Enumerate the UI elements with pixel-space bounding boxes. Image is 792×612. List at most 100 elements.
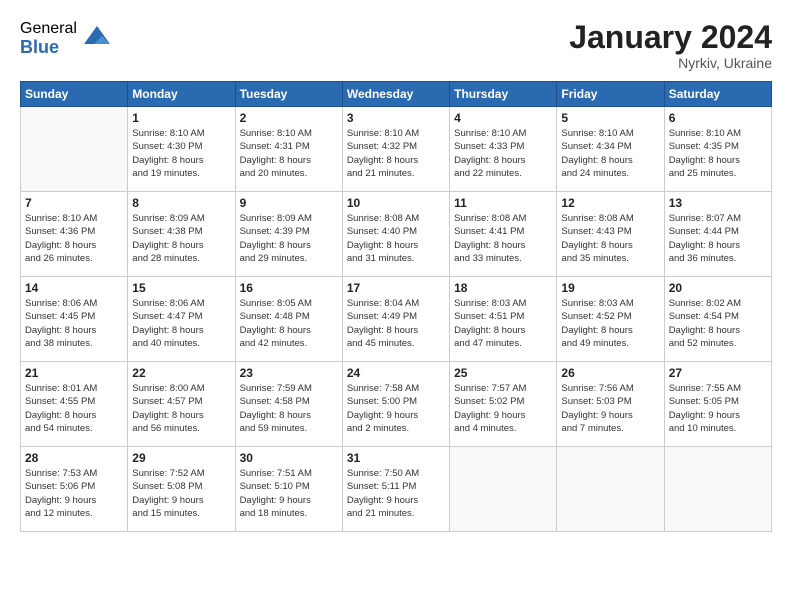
col-wednesday: Wednesday xyxy=(342,82,449,107)
table-row: 6 Sunrise: 8:10 AMSunset: 4:35 PMDaylight… xyxy=(664,107,771,192)
table-row: 2 Sunrise: 8:10 AMSunset: 4:31 PMDaylight… xyxy=(235,107,342,192)
day-number: 8 xyxy=(132,196,230,210)
day-number: 2 xyxy=(240,111,338,125)
col-friday: Friday xyxy=(557,82,664,107)
day-number: 5 xyxy=(561,111,659,125)
table-row: 23 Sunrise: 7:59 AMSunset: 4:58 PMDayligh… xyxy=(235,362,342,447)
logo-blue: Blue xyxy=(20,38,77,58)
calendar-week-3: 14 Sunrise: 8:06 AMSunset: 4:45 PMDayligh… xyxy=(21,277,772,362)
day-info: Sunrise: 8:03 AMSunset: 4:51 PMDaylight:… xyxy=(454,297,552,350)
calendar-header-row: Sunday Monday Tuesday Wednesday Thursday… xyxy=(21,82,772,107)
day-number: 19 xyxy=(561,281,659,295)
table-row: 3 Sunrise: 8:10 AMSunset: 4:32 PMDaylight… xyxy=(342,107,449,192)
table-row: 10 Sunrise: 8:08 AMSunset: 4:40 PMDayligh… xyxy=(342,192,449,277)
day-number: 27 xyxy=(669,366,767,380)
table-row: 31Sunrise: 7:50 AMSunset: 5:11 PMDayligh… xyxy=(342,447,449,532)
logo: General Blue xyxy=(20,20,112,57)
day-number: 24 xyxy=(347,366,445,380)
day-info: Sunrise: 7:55 AMSunset: 5:05 PMDaylight:… xyxy=(669,382,767,435)
day-info: Sunrise: 8:10 AMSunset: 4:33 PMDaylight:… xyxy=(454,127,552,180)
day-number: 28 xyxy=(25,451,123,465)
table-row xyxy=(557,447,664,532)
table-row: 30 Sunrise: 7:51 AMSunset: 5:10 PMDayligh… xyxy=(235,447,342,532)
day-info: Sunrise: 8:06 AMSunset: 4:47 PMDaylight:… xyxy=(132,297,230,350)
table-row xyxy=(21,107,128,192)
table-row: 19 Sunrise: 8:03 AMSunset: 4:52 PMDayligh… xyxy=(557,277,664,362)
day-number: 30 xyxy=(240,451,338,465)
day-info: Sunrise: 8:10 AMSunset: 4:35 PMDaylight:… xyxy=(669,127,767,180)
table-row: 29 Sunrise: 7:52 AMSunset: 5:08 PMDayligh… xyxy=(128,447,235,532)
day-number: 25 xyxy=(454,366,552,380)
day-info: Sunrise: 8:04 AMSunset: 4:49 PMDaylight:… xyxy=(347,297,445,350)
day-number: 3 xyxy=(347,111,445,125)
day-info: Sunrise: 7:50 AMSunset: 5:11 PMDaylight:… xyxy=(347,467,445,520)
day-info: Sunrise: 8:08 AMSunset: 4:40 PMDaylight:… xyxy=(347,212,445,265)
table-row: 28 Sunrise: 7:53 AMSunset: 5:06 PMDayligh… xyxy=(21,447,128,532)
day-info: Sunrise: 8:06 AMSunset: 4:45 PMDaylight:… xyxy=(25,297,123,350)
col-monday: Monday xyxy=(128,82,235,107)
day-number: 6 xyxy=(669,111,767,125)
day-info: Sunrise: 8:10 AMSunset: 4:32 PMDaylight:… xyxy=(347,127,445,180)
table-row: 16 Sunrise: 8:05 AMSunset: 4:48 PMDayligh… xyxy=(235,277,342,362)
day-info: Sunrise: 8:10 AMSunset: 4:36 PMDaylight:… xyxy=(25,212,123,265)
day-number: 10 xyxy=(347,196,445,210)
day-info: Sunrise: 8:01 AMSunset: 4:55 PMDaylight:… xyxy=(25,382,123,435)
col-sunday: Sunday xyxy=(21,82,128,107)
table-row xyxy=(664,447,771,532)
table-row: 8 Sunrise: 8:09 AMSunset: 4:38 PMDaylight… xyxy=(128,192,235,277)
table-row: 17 Sunrise: 8:04 AMSunset: 4:49 PMDayligh… xyxy=(342,277,449,362)
day-number: 12 xyxy=(561,196,659,210)
table-row: 11 Sunrise: 8:08 AMSunset: 4:41 PMDayligh… xyxy=(450,192,557,277)
day-info: Sunrise: 7:52 AMSunset: 5:08 PMDaylight:… xyxy=(132,467,230,520)
day-number: 9 xyxy=(240,196,338,210)
day-info: Sunrise: 7:53 AMSunset: 5:06 PMDaylight:… xyxy=(25,467,123,520)
calendar: Sunday Monday Tuesday Wednesday Thursday… xyxy=(20,81,772,532)
day-info: Sunrise: 8:03 AMSunset: 4:52 PMDaylight:… xyxy=(561,297,659,350)
day-info: Sunrise: 8:08 AMSunset: 4:41 PMDaylight:… xyxy=(454,212,552,265)
day-number: 17 xyxy=(347,281,445,295)
day-number: 29 xyxy=(132,451,230,465)
day-info: Sunrise: 8:10 AMSunset: 4:34 PMDaylight:… xyxy=(561,127,659,180)
day-info: Sunrise: 7:51 AMSunset: 5:10 PMDaylight:… xyxy=(240,467,338,520)
calendar-week-4: 21 Sunrise: 8:01 AMSunset: 4:55 PMDayligh… xyxy=(21,362,772,447)
day-info: Sunrise: 7:57 AMSunset: 5:02 PMDaylight:… xyxy=(454,382,552,435)
day-info: Sunrise: 8:10 AMSunset: 4:30 PMDaylight:… xyxy=(132,127,230,180)
day-info: Sunrise: 8:09 AMSunset: 4:38 PMDaylight:… xyxy=(132,212,230,265)
calendar-week-1: 1 Sunrise: 8:10 AMSunset: 4:30 PMDaylight… xyxy=(21,107,772,192)
table-row: 25 Sunrise: 7:57 AMSunset: 5:02 PMDayligh… xyxy=(450,362,557,447)
day-number: 21 xyxy=(25,366,123,380)
day-info: Sunrise: 8:00 AMSunset: 4:57 PMDaylight:… xyxy=(132,382,230,435)
logo-general: General xyxy=(20,20,77,38)
table-row: 20 Sunrise: 8:02 AMSunset: 4:54 PMDayligh… xyxy=(664,277,771,362)
table-row: 9Sunrise: 8:09 AMSunset: 4:39 PMDaylight… xyxy=(235,192,342,277)
day-info: Sunrise: 8:02 AMSunset: 4:54 PMDaylight:… xyxy=(669,297,767,350)
calendar-week-5: 28 Sunrise: 7:53 AMSunset: 5:06 PMDayligh… xyxy=(21,447,772,532)
day-info: Sunrise: 8:07 AMSunset: 4:44 PMDaylight:… xyxy=(669,212,767,265)
day-number: 14 xyxy=(25,281,123,295)
table-row: 27 Sunrise: 7:55 AMSunset: 5:05 PMDayligh… xyxy=(664,362,771,447)
day-info: Sunrise: 8:10 AMSunset: 4:31 PMDaylight:… xyxy=(240,127,338,180)
table-row: 22 Sunrise: 8:00 AMSunset: 4:57 PMDayligh… xyxy=(128,362,235,447)
day-info: Sunrise: 7:59 AMSunset: 4:58 PMDaylight:… xyxy=(240,382,338,435)
day-number: 22 xyxy=(132,366,230,380)
day-number: 1 xyxy=(132,111,230,125)
day-number: 23 xyxy=(240,366,338,380)
table-row: 18 Sunrise: 8:03 AMSunset: 4:51 PMDayligh… xyxy=(450,277,557,362)
day-number: 20 xyxy=(669,281,767,295)
logo-icon xyxy=(82,24,112,54)
day-info: Sunrise: 7:58 AMSunset: 5:00 PMDaylight:… xyxy=(347,382,445,435)
day-info: Sunrise: 8:08 AMSunset: 4:43 PMDaylight:… xyxy=(561,212,659,265)
day-number: 16 xyxy=(240,281,338,295)
day-number: 11 xyxy=(454,196,552,210)
table-row: 21 Sunrise: 8:01 AMSunset: 4:55 PMDayligh… xyxy=(21,362,128,447)
col-saturday: Saturday xyxy=(664,82,771,107)
day-number: 18 xyxy=(454,281,552,295)
table-row: 12 Sunrise: 8:08 AMSunset: 4:43 PMDayligh… xyxy=(557,192,664,277)
day-info: Sunrise: 8:05 AMSunset: 4:48 PMDaylight:… xyxy=(240,297,338,350)
calendar-week-2: 7Sunrise: 8:10 AMSunset: 4:36 PMDaylight… xyxy=(21,192,772,277)
day-number: 4 xyxy=(454,111,552,125)
table-row: 24 Sunrise: 7:58 AMSunset: 5:00 PMDayligh… xyxy=(342,362,449,447)
table-row: 13 Sunrise: 8:07 AMSunset: 4:44 PMDayligh… xyxy=(664,192,771,277)
day-number: 13 xyxy=(669,196,767,210)
table-row: 14 Sunrise: 8:06 AMSunset: 4:45 PMDayligh… xyxy=(21,277,128,362)
